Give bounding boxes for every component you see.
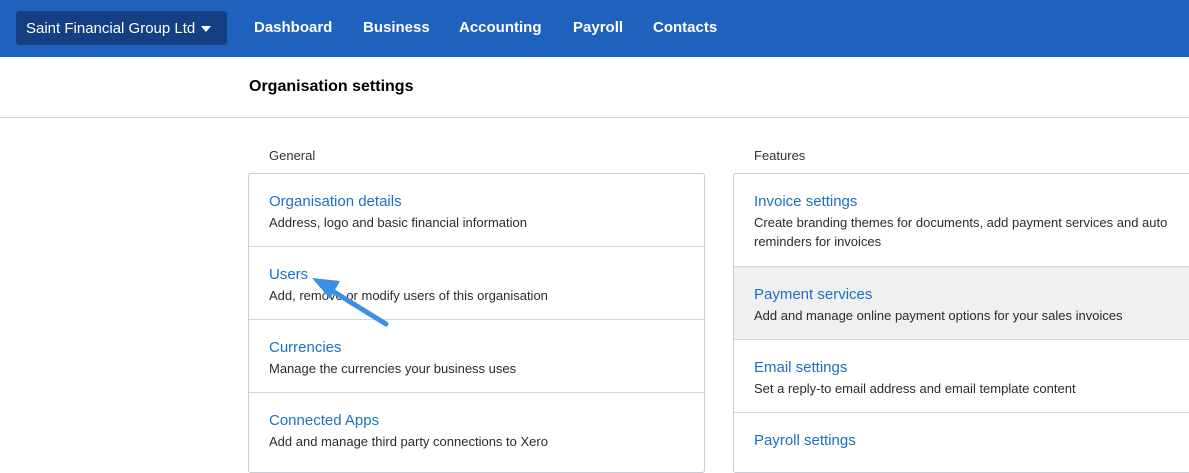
item-title[interactable]: Organisation details <box>269 193 704 210</box>
nav-payroll[interactable]: Payroll <box>573 19 623 36</box>
item-description: Address, logo and basic financial inform… <box>269 215 527 230</box>
caret-down-icon <box>201 26 212 32</box>
settings-item-organisation-details[interactable]: Organisation details Address, logo and b… <box>249 174 704 247</box>
features-settings-panel: Invoice settings Create branding themes … <box>733 173 1189 473</box>
item-title[interactable]: Payment services <box>754 286 1189 303</box>
settings-item-users[interactable]: Users Add, remove or modify users of thi… <box>249 247 704 320</box>
page-header: Organisation settings <box>0 57 1189 118</box>
settings-item-email-settings[interactable]: Email settings Set a reply-to email addr… <box>734 340 1189 413</box>
settings-item-payment-services[interactable]: Payment services Add and manage online p… <box>734 267 1189 340</box>
nav-accounting[interactable]: Accounting <box>459 19 542 36</box>
item-description: Manage the currencies your business uses <box>269 361 517 376</box>
item-description: Set a reply-to email address and email t… <box>754 381 1076 396</box>
item-title[interactable]: Currencies <box>269 339 704 356</box>
general-section-label: General <box>269 148 316 163</box>
organisation-name: Saint Financial Group Ltd <box>26 19 196 37</box>
organisation-switcher[interactable]: Saint Financial Group Ltd <box>16 11 227 45</box>
item-description: Add, remove or modify users of this orga… <box>269 288 548 303</box>
settings-item-connected-apps[interactable]: Connected Apps Add and manage third part… <box>249 393 704 472</box>
item-title[interactable]: Payroll settings <box>754 432 1189 449</box>
item-description: Add and manage third party connections t… <box>269 434 548 449</box>
item-description: Create branding themes for documents, ad… <box>754 215 1168 249</box>
page-title: Organisation settings <box>249 78 414 95</box>
item-title[interactable]: Users <box>269 266 704 283</box>
item-description: Add and manage online payment options fo… <box>754 308 1123 323</box>
settings-item-payroll-settings[interactable]: Payroll settings <box>734 413 1189 472</box>
nav-contacts[interactable]: Contacts <box>653 19 717 36</box>
settings-item-currencies[interactable]: Currencies Manage the currencies your bu… <box>249 320 704 393</box>
item-title[interactable]: Connected Apps <box>269 412 704 429</box>
general-settings-panel: Organisation details Address, logo and b… <box>248 173 705 473</box>
item-title[interactable]: Email settings <box>754 359 1189 376</box>
top-navigation-bar: Saint Financial Group Ltd Dashboard Busi… <box>0 0 1189 57</box>
features-section-label: Features <box>754 148 806 163</box>
item-title[interactable]: Invoice settings <box>754 193 1189 210</box>
nav-business[interactable]: Business <box>363 19 430 36</box>
settings-item-invoice-settings[interactable]: Invoice settings Create branding themes … <box>734 174 1189 267</box>
nav-dashboard[interactable]: Dashboard <box>254 19 332 36</box>
